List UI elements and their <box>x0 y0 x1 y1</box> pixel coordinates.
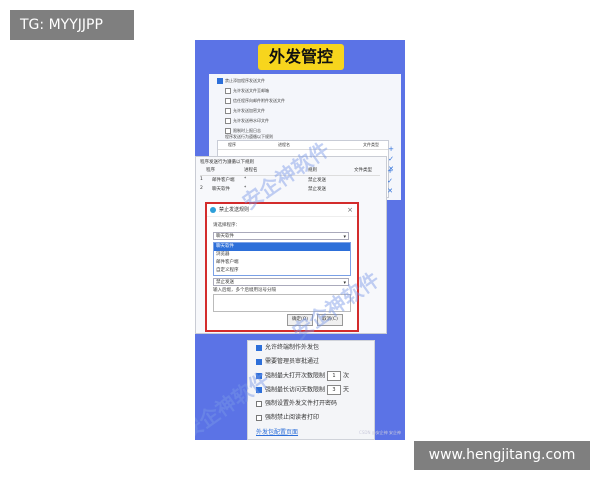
option-label: 允许发送带水印文件 <box>233 118 269 123</box>
max-days-input[interactable]: 3 <box>327 385 342 395</box>
app-logo-icon <box>210 207 216 213</box>
program-label: 请选择程序： <box>213 223 240 228</box>
select-value: 聊天软件 <box>216 234 234 239</box>
package-config-link[interactable]: 外发包配置页面 <box>256 427 298 436</box>
unit-label: 次 <box>343 372 350 380</box>
checkbox-icon[interactable] <box>225 88 231 94</box>
option-label: 限制时上报日志 <box>233 128 261 133</box>
dialog-title: 禁止发送规则 <box>219 207 250 213</box>
suffix-input[interactable] <box>213 294 351 312</box>
dropdown-option[interactable]: 聊天软件 <box>214 243 350 251</box>
block-send-rule-dialog: 禁止发送规则 × 请选择程序： 聊天软件 ▾ 聊天软件 浏览器 邮件客户端 自定… <box>205 202 359 332</box>
option-row[interactable]: 允许终端制作外发包 <box>256 343 319 353</box>
row-program: 聊天软件 <box>212 187 230 192</box>
site-tag: www.hengjitang.com <box>414 441 590 470</box>
checkbox-icon[interactable] <box>217 78 223 84</box>
edit-icon[interactable]: ✓ <box>387 154 395 164</box>
column-header: 文件类型 <box>354 168 372 173</box>
option-row[interactable]: 允许发送加密文件 <box>225 108 265 114</box>
credit-text: CSDN @安企神 安企神 <box>359 430 401 435</box>
column-header: 进程名 <box>244 168 258 173</box>
option-label: 允许发送文件至邮箱 <box>233 88 269 93</box>
rules-actions: + ✓ ✕ <box>385 166 395 196</box>
rules-caption: 程序发送行为遵循以下规则 <box>200 160 254 165</box>
option-row[interactable]: 禁止添加程序发送文件 <box>217 78 265 84</box>
chevron-down-icon: ▾ <box>343 280 346 286</box>
option-label: 信任程序向邮件附件发送文件 <box>233 98 285 103</box>
option-label: 允许发送加密文件 <box>233 108 265 113</box>
option-row[interactable]: 强制设置外发文件打开密码 <box>256 399 337 409</box>
dropdown-option[interactable]: 浏览器 <box>214 251 350 259</box>
option-label: 需要管理员审批通过 <box>265 358 320 365</box>
delete-icon[interactable]: ✕ <box>385 186 395 196</box>
row-number: 1 <box>200 177 203 182</box>
table-header: 程序 进程名 规则 文件类型 <box>200 167 380 176</box>
chevron-down-icon: ▾ <box>343 234 346 240</box>
column-header: 程序 <box>206 168 215 173</box>
row-process: * <box>244 177 247 182</box>
table-row[interactable]: 2 聊天软件 * 禁止发送 <box>200 186 380 194</box>
option-row[interactable]: 需要管理员审批通过 <box>256 357 319 367</box>
table-header: 程序 进程名 文件类型 <box>218 141 388 150</box>
option-row[interactable]: 强制禁止阅读者打印 <box>256 413 319 423</box>
program-select[interactable]: 聊天软件 ▾ <box>213 232 349 240</box>
option-label: 强制最长访问天数限制 <box>265 386 326 394</box>
cancel-button[interactable]: 取消(C) <box>317 314 343 326</box>
column-header: 文件类型 <box>363 142 379 147</box>
column-header: 规则 <box>308 168 317 173</box>
column-header: 程序 <box>228 142 236 147</box>
checkbox-icon[interactable] <box>256 373 262 379</box>
row-program: 邮件客户端 <box>212 178 235 183</box>
dropdown-option[interactable]: 自定义程序 <box>214 267 350 275</box>
add-icon[interactable]: + <box>387 144 395 154</box>
select-value: 禁止发送 <box>216 280 234 285</box>
unit-label: 天 <box>343 386 350 394</box>
checkbox-icon[interactable] <box>225 118 231 124</box>
checkbox-icon[interactable] <box>225 108 231 114</box>
checkbox-icon[interactable] <box>256 344 262 351</box>
option-label: 强制禁止阅读者打印 <box>265 414 320 421</box>
checkbox-icon[interactable] <box>256 414 262 421</box>
option-label: 禁止添加程序发送文件 <box>225 78 265 83</box>
program-dropdown: 聊天软件 浏览器 邮件客户端 自定义程序 <box>213 242 351 276</box>
row-number: 2 <box>200 186 203 191</box>
option-label: 强制最大打开次数限制 <box>265 372 326 380</box>
option-row[interactable]: 强制最大打开次数限制 1 次 <box>256 371 349 381</box>
outgoing-package-settings: 允许终端制作外发包 需要管理员审批通过 强制最大打开次数限制 1 次 强制最长访问天… <box>247 340 375 440</box>
table-row[interactable]: 1 邮件客户端 * 禁止发送 <box>200 177 380 185</box>
row-rule: 禁止发送 <box>308 187 326 192</box>
checkbox-icon[interactable] <box>256 358 262 365</box>
option-row[interactable]: 强制最长访问天数限制 3 天 <box>256 385 349 395</box>
option-row[interactable]: 允许发送带水印文件 <box>225 118 269 124</box>
add-icon[interactable]: + <box>385 166 395 176</box>
option-row[interactable]: 允许发送文件至邮箱 <box>225 88 269 94</box>
option-label: 允许终端制作外发包 <box>265 344 320 351</box>
dialog-titlebar: 禁止发送规则 × <box>207 204 357 217</box>
checkbox-icon[interactable] <box>256 387 262 393</box>
checkbox-icon[interactable] <box>256 400 262 407</box>
poster-title: 外发管控 <box>258 44 344 70</box>
column-header: 进程名 <box>278 142 290 147</box>
source-tag: TG: MYYJJPP <box>10 10 134 40</box>
max-open-count-input[interactable]: 1 <box>327 371 342 381</box>
row-rule: 禁止发送 <box>308 178 326 183</box>
option-row[interactable]: 信任程序向邮件附件发送文件 <box>225 98 285 104</box>
row-process: * <box>244 186 247 191</box>
rule-select[interactable]: 禁止发送 ▾ <box>213 278 349 286</box>
promo-poster: 外发管控 禁止添加程序发送文件 允许发送文件至邮箱 信任程序向邮件附件发送文件 … <box>195 40 405 440</box>
checkbox-icon[interactable] <box>225 98 231 104</box>
option-label: 强制设置外发文件打开密码 <box>265 400 338 407</box>
ok-button[interactable]: 确定(O) <box>287 314 313 326</box>
close-icon[interactable]: × <box>347 204 353 216</box>
suffix-label: 输入后缀，多个后缀用逗号分隔 <box>213 288 276 293</box>
dropdown-option[interactable]: 邮件客户端 <box>214 259 350 267</box>
edit-icon[interactable]: ✓ <box>385 176 395 186</box>
